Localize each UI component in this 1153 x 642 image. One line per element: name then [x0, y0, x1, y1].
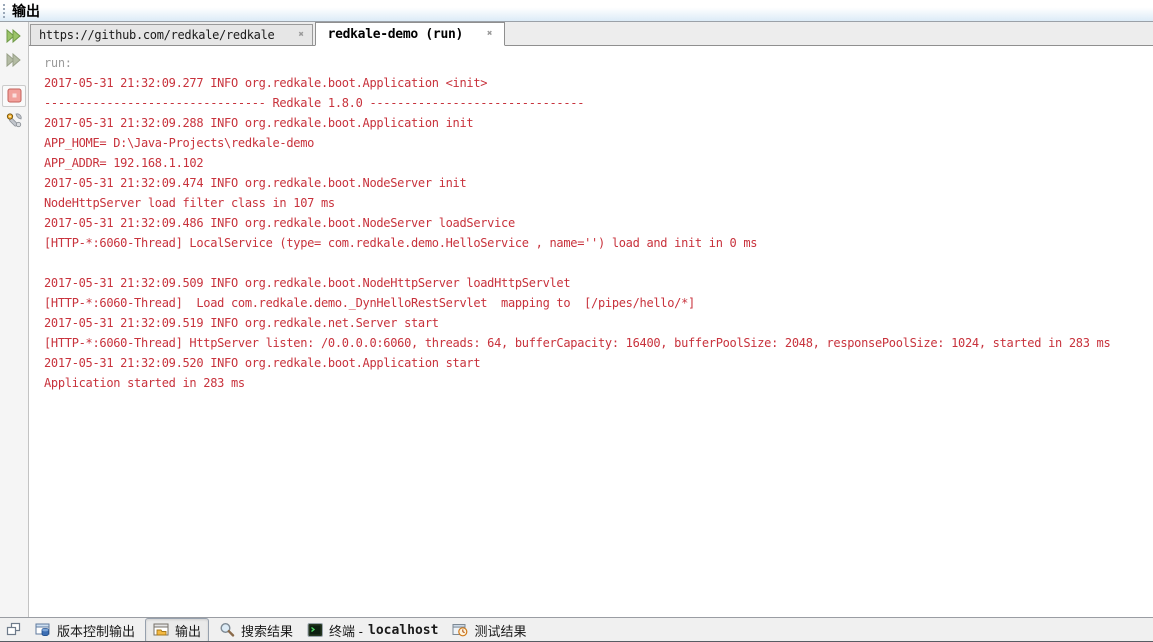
stop-icon [6, 88, 23, 104]
float-window-button[interactable] [4, 620, 25, 640]
bottom-window-bar: 版本控制输出 输出 搜索结果 [0, 617, 1153, 642]
tab-redkale-demo-run[interactable]: redkale-demo (run) ✖ [315, 22, 506, 46]
stop-button[interactable] [2, 85, 26, 107]
version-control-output-icon [35, 622, 52, 638]
tab-label: https://github.com/redkale/redkale [39, 28, 274, 42]
rerun-with-options-button[interactable] [2, 49, 26, 71]
console-output[interactable]: run:2017-05-31 21:32:09.277 INFO org.red… [29, 46, 1153, 617]
bottom-tab-label: 搜索结果 [241, 621, 293, 640]
console-line: 2017-05-31 21:32:09.474 INFO org.redkale… [44, 173, 1153, 193]
console-line: APP_HOME= D:\Java-Projects\redkale-demo [44, 133, 1153, 153]
output-window-icon [153, 622, 170, 638]
console-line: APP_ADDR= 192.168.1.102 [44, 153, 1153, 173]
bottom-tab-label: 测试结果 [474, 621, 526, 640]
terminal-icon [307, 622, 324, 638]
output-left-toolbar [0, 22, 29, 617]
console-line: 2017-05-31 21:32:09.486 INFO org.redkale… [44, 213, 1153, 233]
console-line: [HTTP-*:6060-Thread] Load com.redkale.de… [44, 293, 1153, 313]
rerun-secondary-icon [6, 52, 23, 68]
test-results-icon [452, 622, 469, 638]
console-line: [HTTP-*:6060-Thread] LocalService (type=… [44, 233, 1153, 253]
console-line: Application started in 283 ms [44, 373, 1153, 393]
tab-github-redkale[interactable]: https://github.com/redkale/redkale ✖ [30, 24, 313, 45]
bottom-tab-label: 输出 [175, 621, 201, 640]
console-line: 2017-05-31 21:32:09.519 INFO org.redkale… [44, 313, 1153, 333]
console-line: -------------------------------- Redkale… [44, 93, 1153, 113]
console-line: run: [44, 53, 1153, 73]
bottom-tab-label: 版本控制输出 [57, 621, 135, 640]
bottom-tab-label: 终端 - [329, 621, 363, 640]
console-line: NodeHttpServer load filter class in 107 … [44, 193, 1153, 213]
console-line: 2017-05-31 21:32:09.277 INFO org.redkale… [44, 73, 1153, 93]
drag-grip[interactable] [3, 4, 6, 18]
search-results-icon [219, 622, 236, 638]
build-settings-button[interactable] [2, 109, 26, 131]
bottom-tab-version-control-output[interactable]: 版本控制输出 [31, 619, 139, 642]
rerun-icon [6, 28, 23, 44]
tab-label: redkale-demo (run) [328, 27, 463, 42]
terminal-host-label: localhost [368, 623, 438, 638]
console-line: 2017-05-31 21:32:09.520 INFO org.redkale… [44, 353, 1153, 373]
output-titlebar: 输出 [0, 0, 1153, 22]
console-line: 2017-05-31 21:32:09.509 INFO org.redkale… [44, 273, 1153, 293]
output-tabstrip: https://github.com/redkale/redkale ✖ red… [29, 22, 1153, 46]
close-icon[interactable]: ✖ [473, 29, 492, 39]
bottom-tab-search-results[interactable]: 搜索结果 [215, 619, 297, 642]
bottom-tab-test-results[interactable]: 测试结果 [448, 619, 530, 642]
bottom-tab-output[interactable]: 输出 [145, 618, 209, 642]
panel-title: 输出 [12, 1, 40, 21]
close-icon[interactable]: ✖ [284, 30, 303, 40]
output-window: 输出 [0, 0, 1153, 642]
console-line: [HTTP-*:6060-Thread] HttpServer listen: … [44, 333, 1153, 353]
rerun-button[interactable] [2, 25, 26, 47]
build-settings-icon [6, 112, 23, 128]
console-line: 2017-05-31 21:32:09.288 INFO org.redkale… [44, 113, 1153, 133]
float-window-icon [6, 622, 23, 638]
console-line [44, 253, 1153, 273]
bottom-tab-terminal[interactable]: 终端 - localhost [303, 619, 442, 642]
